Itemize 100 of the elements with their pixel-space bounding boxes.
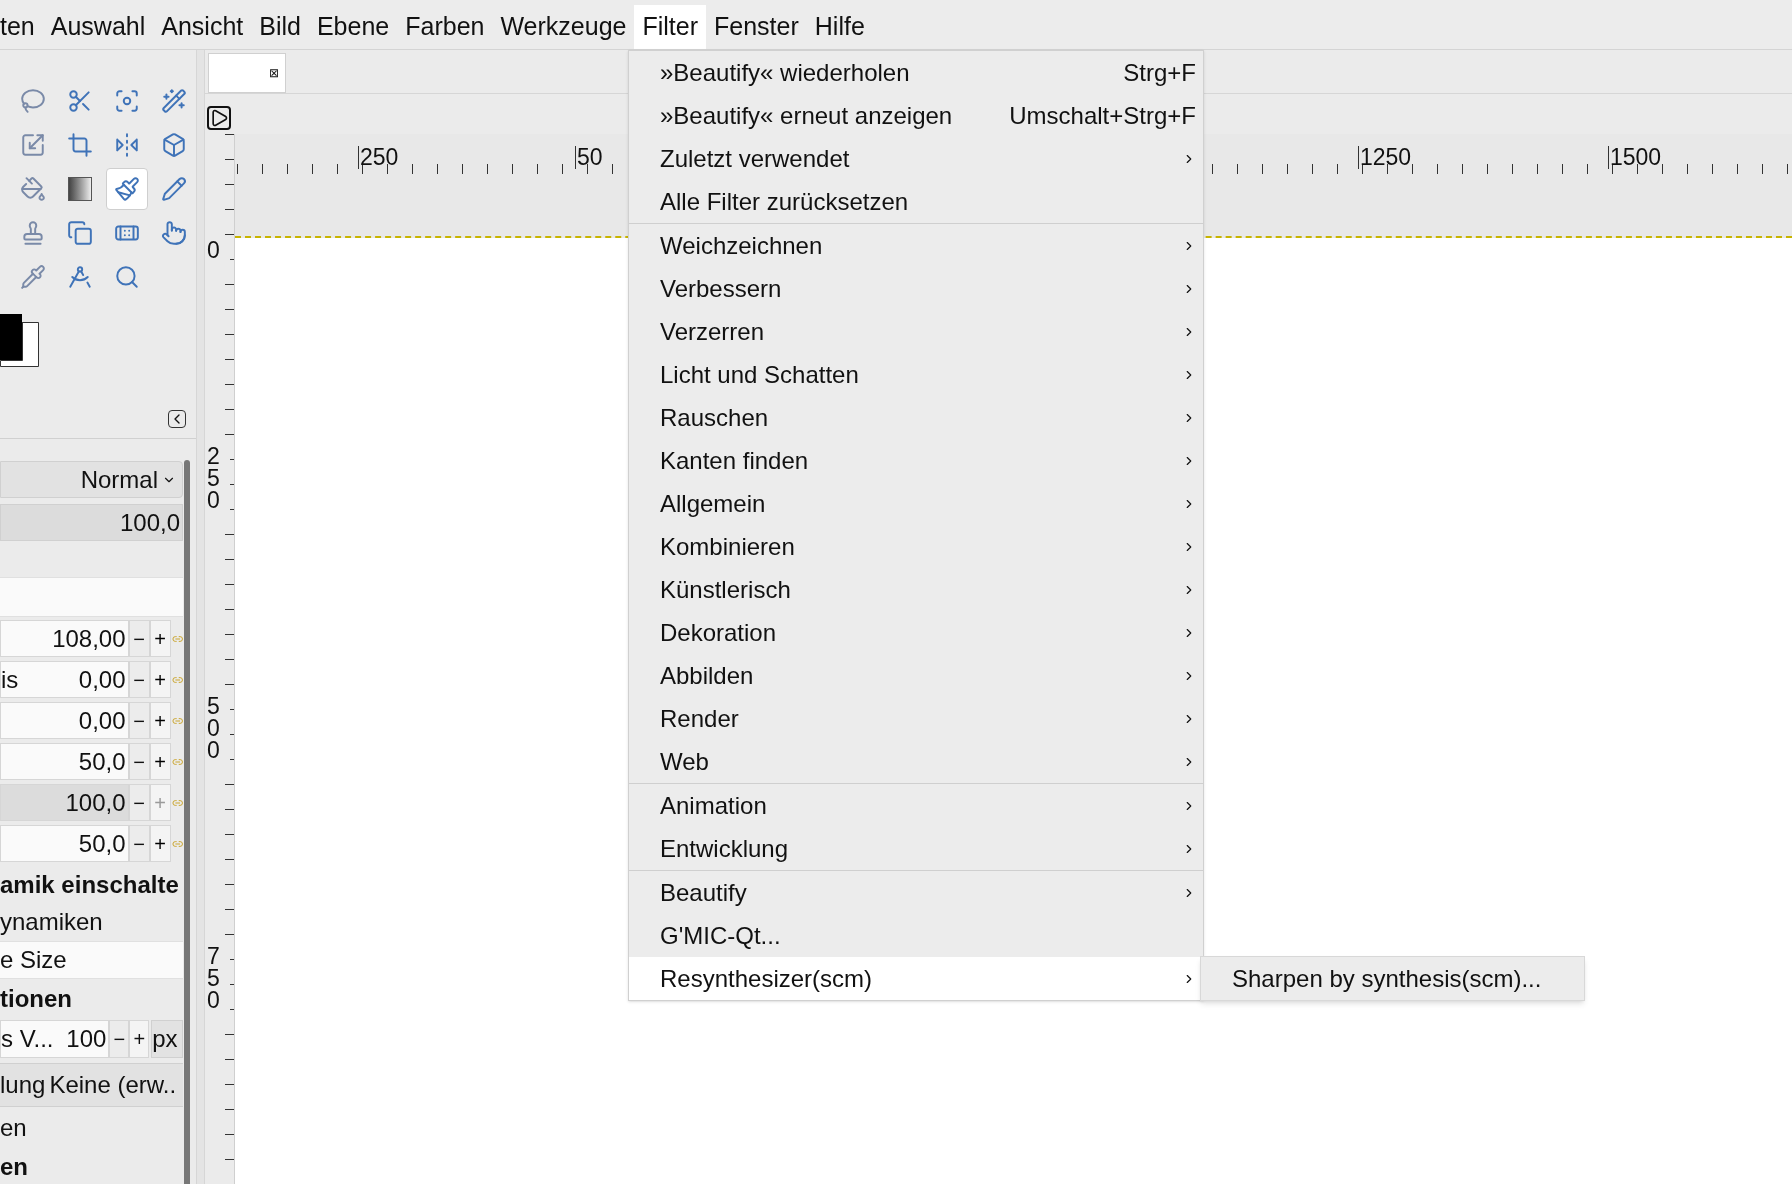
menu-item[interactable]: Rauschen: [629, 396, 1203, 439]
field-value: 100,0: [65, 787, 126, 818]
field-label: s V...: [1, 1024, 54, 1054]
menu-item[interactable]: Entwicklung: [629, 827, 1203, 870]
collapse-icon[interactable]: [168, 410, 186, 428]
spin-field[interactable]: 50,0: [0, 825, 129, 862]
paint-bucket-icon: [20, 176, 46, 202]
scrollbar[interactable]: [184, 460, 190, 1184]
gradient-icon: [68, 177, 92, 201]
menu-item[interactable]: Beautify: [629, 871, 1203, 914]
menu-title[interactable]: Ansicht: [153, 5, 252, 49]
decrement-button[interactable]: −: [128, 784, 150, 821]
menu-title[interactable]: Auswahl: [42, 5, 154, 49]
menu-item[interactable]: Allgemein: [629, 482, 1203, 525]
spin-field[interactable]: 50,0: [0, 743, 129, 780]
menu-title[interactable]: Bild: [251, 5, 309, 49]
menu-title[interactable]: ten: [0, 5, 43, 49]
field-value: 50,0: [78, 746, 126, 777]
lasso-icon: [20, 88, 46, 114]
foreground-color-swatch[interactable]: [0, 314, 22, 360]
decrement-button[interactable]: −: [109, 1020, 130, 1058]
increment-button[interactable]: +: [149, 825, 171, 862]
field-value: 0,00: [78, 705, 126, 736]
decrement-button[interactable]: −: [128, 743, 150, 780]
dynamics-heading: amik einschalte: [0, 870, 180, 900]
dynamics-option[interactable]: e Size: [0, 941, 183, 979]
navigate-icon[interactable]: [207, 106, 231, 130]
menu-item[interactable]: Weichzeichnen: [629, 224, 1203, 267]
shortcut-label: Umschalt+Strg+F: [1009, 100, 1196, 131]
menu-item[interactable]: Dekoration: [629, 611, 1203, 654]
slider-value: 100,0: [119, 507, 180, 538]
spin-field[interactable]: 100,0: [0, 784, 129, 821]
option-label: en: [0, 1113, 28, 1143]
menu-title[interactable]: Ebene: [308, 5, 398, 49]
decrement-button[interactable]: −: [128, 702, 150, 739]
menu-item[interactable]: G'MIC-Qt...: [629, 914, 1203, 957]
magic-wand-icon: [161, 88, 187, 114]
menu-item[interactable]: »Beautify« erneut anzeigen Umschalt+Strg+F: [629, 94, 1203, 137]
menu-item[interactable]: »Beautify« wiederholen Strg+F: [629, 51, 1203, 94]
spin-field[interactable]: 0,00: [0, 702, 129, 739]
opacity-slider[interactable]: 100,0: [0, 504, 183, 541]
menu-item[interactable]: Verbessern: [629, 267, 1203, 310]
increment-button[interactable]: +: [149, 702, 171, 739]
pencil-icon: [161, 176, 187, 202]
menu-title[interactable]: Hilfe: [806, 5, 873, 49]
size-field[interactable]: s V... 100: [0, 1020, 110, 1058]
smoothing-dropdown[interactable]: Keine (erw..: [49, 1067, 177, 1103]
zoom-icon: [114, 264, 140, 290]
spin-field[interactable]: 108,00: [0, 620, 129, 657]
field-value: 108,00: [52, 623, 126, 654]
section-heading: en: [0, 1152, 29, 1182]
menu-item[interactable]: Verzerren: [629, 310, 1203, 353]
crop-icon: [67, 132, 93, 158]
menu-item[interactable]: Zuletzt verwendet: [629, 137, 1203, 180]
menu-title[interactable]: Farben: [397, 5, 493, 49]
menu-item[interactable]: Alle Filter zurücksetzen: [629, 180, 1203, 223]
brush-field[interactable]: [0, 577, 183, 617]
dynamics-label: ynamiken: [0, 907, 104, 937]
menu-item[interactable]: Licht und Schatten: [629, 353, 1203, 396]
image-tab[interactable]: ⊠: [208, 53, 286, 93]
menu-item[interactable]: Abbilden: [629, 654, 1203, 697]
ruler-label: 500: [207, 696, 230, 762]
ruler-label: 250: [207, 446, 230, 512]
menu-title[interactable]: Fenster: [706, 5, 807, 49]
mode-dropdown[interactable]: Normal: [0, 461, 183, 498]
field-value: 100: [66, 1024, 107, 1054]
menu-item[interactable]: Render: [629, 697, 1203, 740]
stamp-icon: [20, 220, 46, 246]
menu-item[interactable]: Künstlerisch: [629, 568, 1203, 611]
menu-item[interactable]: Animation: [629, 784, 1203, 827]
scale-icon: [20, 132, 46, 158]
menu-title[interactable]: Werkzeuge: [492, 5, 635, 49]
paintbrush-icon: [114, 176, 140, 202]
background-color-swatch[interactable]: [0, 322, 39, 367]
decrement-button[interactable]: −: [128, 661, 150, 698]
decrement-button[interactable]: −: [128, 620, 150, 657]
smoothing-label: lung: [0, 1070, 46, 1100]
increment-button[interactable]: +: [149, 743, 171, 780]
decrement-button[interactable]: −: [128, 825, 150, 862]
menu-item[interactable]: Kanten finden: [629, 439, 1203, 482]
close-icon[interactable]: ⊠: [269, 64, 279, 82]
compass-icon: [67, 264, 93, 290]
menu-item[interactable]: Sharpen by synthesis(scm)...: [1201, 957, 1584, 1000]
field-label: is: [1, 664, 19, 695]
menu-item[interactable]: Resynthesizer(scm): [629, 957, 1203, 1000]
increment-button[interactable]: +: [149, 620, 171, 657]
flip-icon: [114, 132, 140, 158]
unit-dropdown[interactable]: px: [151, 1020, 183, 1058]
tool-button[interactable]: [106, 168, 148, 210]
spin-field[interactable]: is 0,00: [0, 661, 129, 698]
shortcut-label: Strg+F: [1123, 57, 1196, 88]
increment-button[interactable]: +: [149, 661, 171, 698]
menu-title[interactable]: Filter: [634, 5, 706, 49]
options-heading: tionen: [0, 984, 73, 1014]
menu-item[interactable]: Web: [629, 740, 1203, 783]
field-value: 50,0: [78, 828, 126, 859]
ruler-label: 0: [207, 240, 230, 262]
increment-button[interactable]: +: [129, 1020, 150, 1058]
menu-item[interactable]: Kombinieren: [629, 525, 1203, 568]
scissors-icon: [67, 88, 93, 114]
